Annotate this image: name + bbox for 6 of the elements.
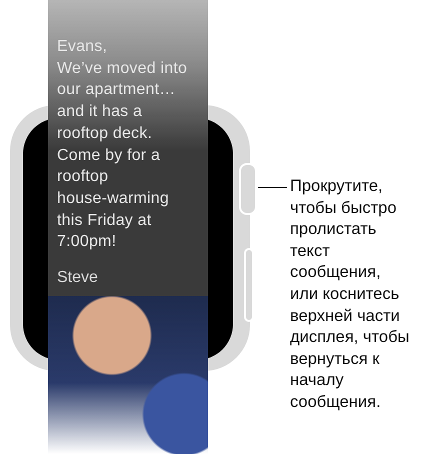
message-text: Evans, We’ve moved into our apartment… and it has a rooftop deck. Come by for a rooftop house-warming this Friday at 7:00pm! — [57, 37, 188, 252]
callout-text: Прокрутите, чтобы быстро пролистать текст сообщения, или коснитесь верхней части дисплея, чтобы вернуться к началу сообщения. — [290, 176, 410, 413]
leader-line — [258, 187, 287, 188]
side-button[interactable] — [244, 248, 254, 322]
message-signature: Steve — [57, 268, 98, 288]
digital-crown[interactable] — [239, 163, 257, 215]
